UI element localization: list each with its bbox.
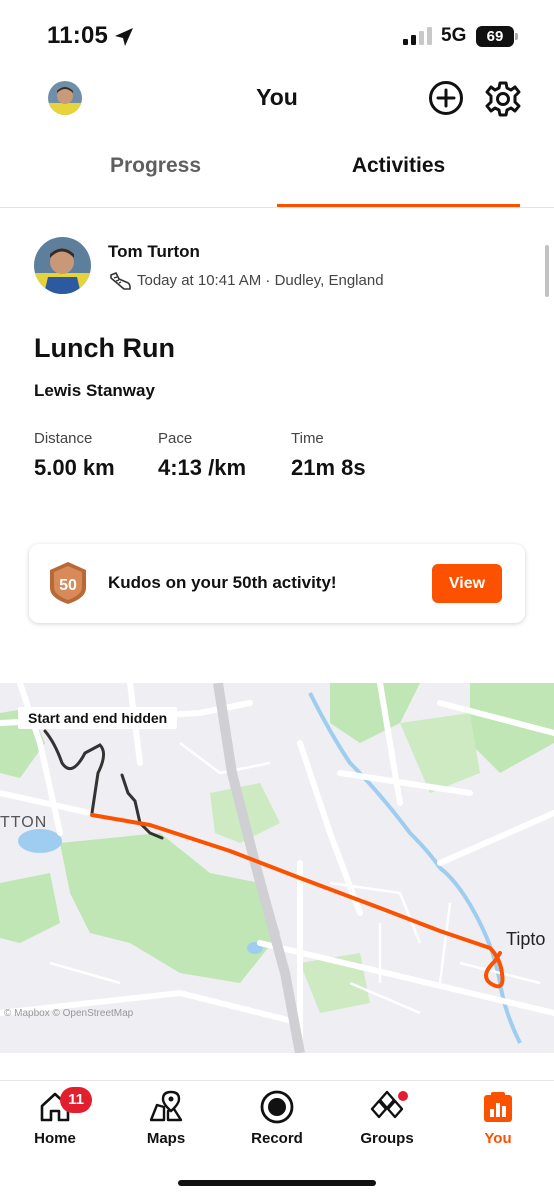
status-time: 11:05 [47, 22, 109, 49]
stat-label: Pace [158, 430, 193, 447]
stat-time: Time 21m 8s [291, 430, 366, 481]
map-attribution[interactable]: © Mapbox © OpenStreetMap [4, 1008, 133, 1019]
map-place-label: Tipto [506, 929, 546, 949]
record-icon [260, 1090, 294, 1124]
activity-title[interactable]: Lunch Run [34, 333, 175, 364]
route-hidden-label: Start and end hidden [18, 707, 178, 729]
tab-activities[interactable]: Activities [277, 154, 520, 178]
activity-meta: Today at 10:41 AM · Dudley, England [137, 272, 384, 289]
notification-badge: 11 [60, 1087, 92, 1113]
stat-label: Distance [34, 430, 93, 447]
athlete-avatar[interactable] [34, 237, 91, 294]
tab-you[interactable]: You [453, 1089, 543, 1147]
tab-record-label: Record [251, 1130, 303, 1147]
map-canvas [0, 683, 554, 1053]
stat-pace: Pace 4:13 /km [158, 430, 246, 481]
gear-icon[interactable] [484, 80, 522, 118]
stat-value: 4:13 /km [158, 455, 247, 480]
run-shoe-icon [110, 272, 131, 290]
page-title: You [256, 84, 298, 110]
athlete-avatar-image [34, 237, 91, 294]
segmented-tabs: Progress Activities [0, 140, 554, 208]
home-indicator [178, 1180, 376, 1186]
stat-value: 21m 8s [291, 455, 366, 480]
stat-value: 5.00 km [34, 455, 115, 480]
tab-you-label: You [484, 1130, 512, 1147]
tab-home-label: Home [34, 1130, 76, 1147]
tab-maps[interactable]: Maps [121, 1089, 211, 1147]
status-bar: 11:05 5G 69 [0, 0, 554, 70]
route-map[interactable]: Start and end hidden TTON Tipto © Mapbox… [0, 683, 554, 1053]
notification-dot [398, 1091, 408, 1101]
tab-progress[interactable]: Progress [34, 154, 277, 178]
location-arrow-icon [115, 28, 133, 46]
tab-record[interactable]: Record [232, 1089, 322, 1147]
map-place-label: TTON [0, 814, 48, 831]
tab-maps-label: Maps [146, 1130, 186, 1147]
tab-home[interactable]: Home 11 [10, 1087, 100, 1147]
network-type: 5G [441, 25, 467, 46]
stat-distance: Distance 5.00 km [34, 430, 115, 481]
tab-groups[interactable]: Groups [342, 1089, 432, 1147]
view-button[interactable]: View [432, 564, 502, 603]
map-pin-icon [149, 1090, 183, 1122]
tab-groups-label: Groups [360, 1130, 414, 1147]
header: You [0, 70, 554, 130]
activity-description: Lewis Stanway [34, 381, 155, 400]
kudos-message: Kudos on your 50th activity! [108, 573, 337, 592]
athlete-name[interactable]: Tom Turton [108, 242, 200, 262]
battery-tip [515, 33, 518, 40]
you-stats-icon [484, 1092, 512, 1122]
stat-label: Time [291, 430, 324, 447]
scrollbar[interactable] [545, 245, 549, 297]
battery-icon: 69 [476, 26, 514, 47]
cellular-signal-icon [403, 27, 432, 45]
kudos-card: 50 Kudos on your 50th activity! View [29, 544, 525, 623]
add-icon[interactable] [428, 80, 464, 116]
milestone-badge-icon: 50 [50, 562, 86, 604]
badge-number: 50 [59, 577, 77, 594]
active-tab-indicator [277, 204, 520, 207]
